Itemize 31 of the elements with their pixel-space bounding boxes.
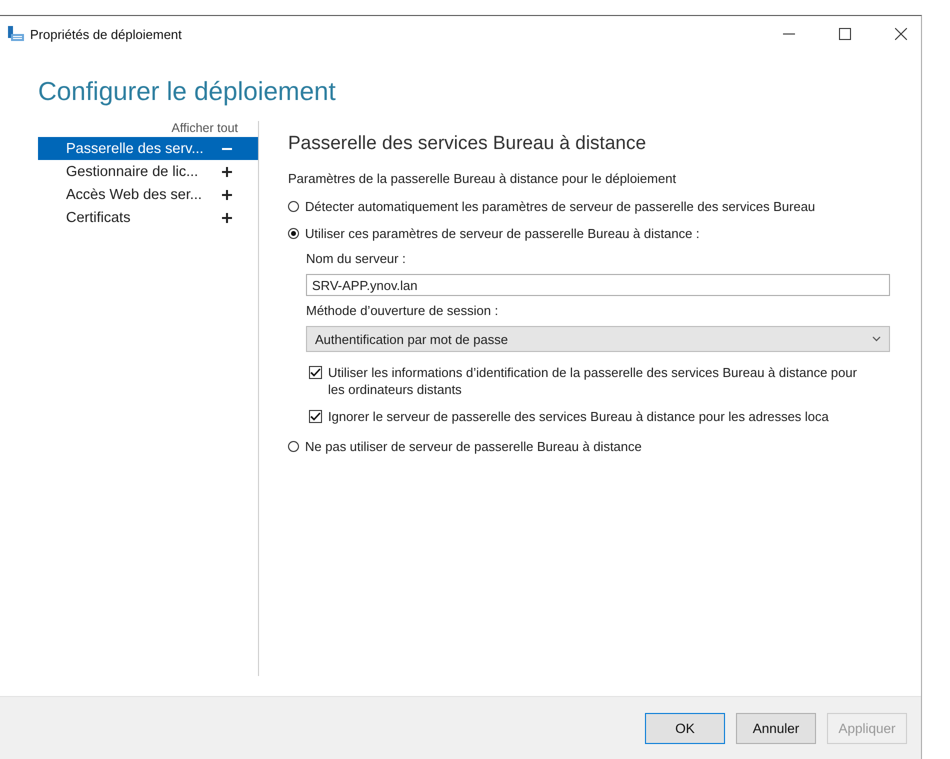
page-heading: Configurer le déploiement xyxy=(38,76,337,107)
maximize-icon[interactable] xyxy=(839,28,851,40)
window-title: Propriétés de déploiement xyxy=(30,26,182,42)
sidebar-item[interactable]: Passerelle des serv... xyxy=(38,137,258,160)
app-icon xyxy=(8,26,24,42)
server-name-field[interactable]: SRV-APP.ynov.lan xyxy=(306,274,890,296)
section-title: Passerelle des services Bureau à distance xyxy=(288,133,648,155)
sidebar-item[interactable]: Accès Web des ser... xyxy=(38,183,258,206)
field-label: Nom du serveur : xyxy=(306,251,407,266)
sidebar-item[interactable]: Certificats xyxy=(38,206,258,229)
sign-in-method-dropdown[interactable]: Authentification par mot de passe xyxy=(306,326,890,352)
dialog-button[interactable]: OK xyxy=(645,712,725,744)
radio-label[interactable]: Ne pas utiliser de serveur de passerelle Bureau à distance xyxy=(305,438,642,454)
close-icon[interactable] xyxy=(895,28,907,40)
show-all-link[interactable]: Afficher tout xyxy=(38,121,258,137)
description-text: Paramètres de la passerelle Bureau à distance pour le déploiement xyxy=(288,171,678,186)
checkmark-icon xyxy=(310,368,321,377)
radio-button[interactable] xyxy=(288,228,299,238)
radio-label[interactable]: Utiliser ces paramètres de serveur de passerelle Bureau à distance : xyxy=(305,226,700,240)
field-label: Méthode d’ouverture de session : xyxy=(306,303,500,318)
checkbox-label[interactable]: Utiliser les informations d’identification de la passerelle des services Bureau à distance pour les ordinateurs distants xyxy=(328,364,868,398)
checkbox[interactable] xyxy=(309,366,322,379)
radio-button[interactable] xyxy=(288,440,299,452)
dialog-button[interactable]: Annuler xyxy=(736,712,816,744)
radio-button[interactable] xyxy=(288,200,299,212)
sidebar-item[interactable]: Gestionnaire de lic... xyxy=(38,160,258,183)
checkmark-icon xyxy=(310,412,321,421)
radio-label[interactable]: Détecter automatiquement les paramètres de serveur de passerelle des services Bureau xyxy=(305,198,816,214)
checkbox-label[interactable]: Ignorer le serveur de passerelle des services Bureau à distance pour les adresses loca xyxy=(328,408,829,425)
chevron-down-icon xyxy=(872,336,881,342)
checkbox[interactable] xyxy=(309,410,322,423)
